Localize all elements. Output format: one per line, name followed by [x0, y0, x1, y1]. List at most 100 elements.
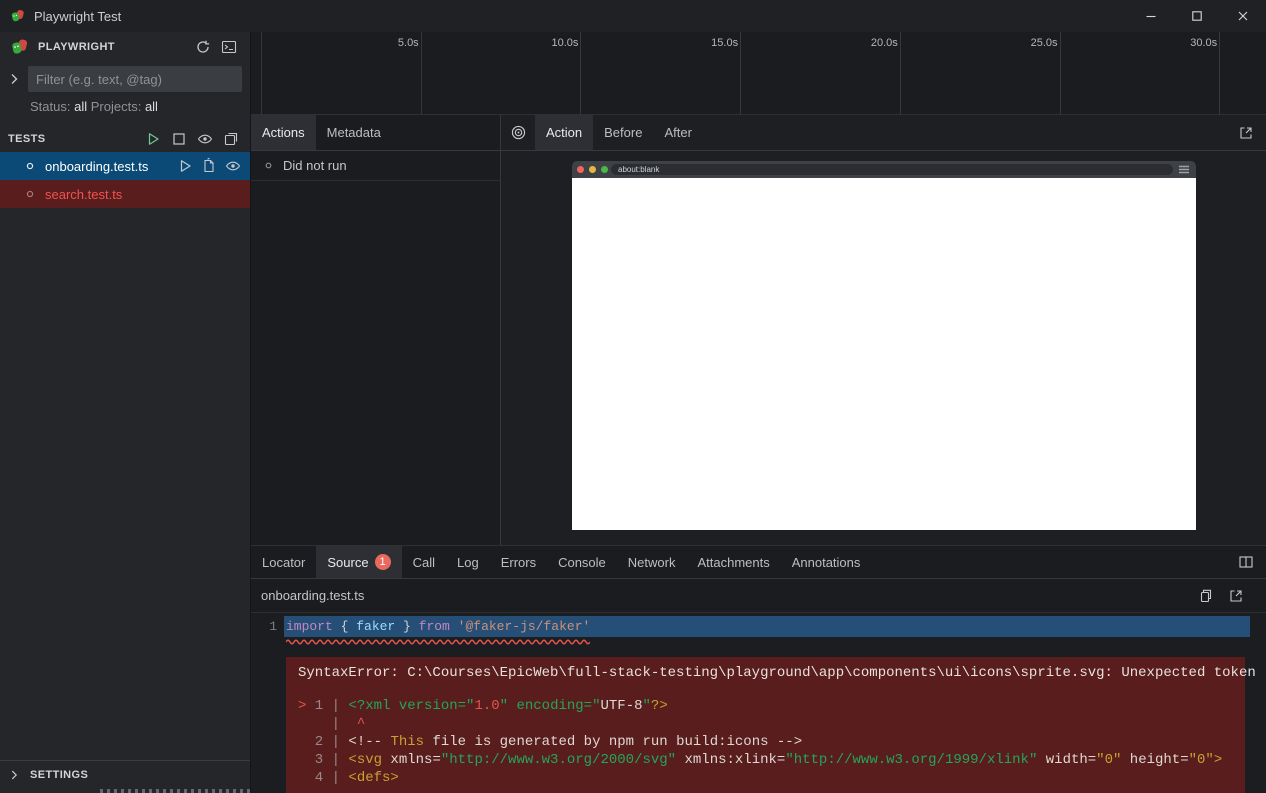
tab-attachments[interactable]: Attachments: [686, 546, 780, 578]
details-panel: Locator Source 1 Call Log Errors Console Networ…: [251, 545, 1266, 793]
source-line-1: 1 import { faker } from '@faker-js/faker…: [251, 616, 1266, 637]
did-not-run-row[interactable]: Did not run: [251, 151, 500, 181]
timeline-tick-label: 15.0s: [711, 37, 738, 49]
timeline-gridline: [261, 32, 262, 114]
tests-header: TESTS: [0, 126, 250, 152]
actions-tabbar: ActionsMetadata: [251, 115, 500, 151]
tab-locator[interactable]: Locator: [251, 546, 316, 578]
test-row-search[interactable]: search.test.ts: [0, 180, 250, 208]
tab-label: Annotations: [792, 555, 861, 570]
tab-metadata[interactable]: Metadata: [316, 115, 392, 150]
actions-panel: ActionsMetadata Did not run: [251, 115, 501, 545]
source-code-text: import { faker } from '@faker-js/faker': [277, 619, 590, 634]
test-row-onboarding[interactable]: onboarding.test.ts: [0, 152, 250, 180]
minimize-button[interactable]: [1128, 0, 1174, 32]
traffic-light-yellow-icon: [589, 166, 596, 173]
tab-source[interactable]: Source 1: [316, 546, 401, 578]
status-label: Status:: [30, 99, 70, 114]
trace-viewer: 5.0s 10.0s 15.0s 20.0s 25.0s 30.0s ActionsMet…: [250, 32, 1266, 793]
window-title: Playwright Test: [34, 9, 121, 24]
close-button[interactable]: [1220, 0, 1266, 32]
timeline-gridline: 20.0s: [900, 32, 901, 114]
tab-label: Console: [558, 555, 606, 570]
tab-label: After: [664, 125, 691, 140]
terminal-icon[interactable]: [218, 36, 240, 58]
tab-label: Locator: [262, 555, 305, 570]
tab-label: Errors: [501, 555, 536, 570]
watch-all-eye-icon[interactable]: [194, 128, 216, 150]
watch-test-eye-icon[interactable]: [222, 155, 244, 177]
timeline-gridline: 25.0s: [1060, 32, 1061, 114]
show-source-icon[interactable]: [198, 155, 220, 177]
timeline-tick-label: 20.0s: [871, 37, 898, 49]
error-code-line: | ^: [298, 715, 1233, 733]
status-value[interactable]: all: [74, 99, 87, 114]
test-file-name: search.test.ts: [45, 187, 122, 202]
sidebar-section-title: PLAYWRIGHT: [38, 41, 188, 53]
status-circle-icon: [24, 188, 36, 200]
playwright-logo-icon: [10, 37, 30, 57]
tab-label: Log: [457, 555, 479, 570]
timeline-tick-label: 10.0s: [551, 37, 578, 49]
tab-errors[interactable]: Errors: [490, 546, 547, 578]
copy-icon[interactable]: [1195, 585, 1217, 607]
traffic-light-green-icon: [601, 166, 608, 173]
chevron-right-icon: [0, 768, 28, 782]
chevron-right-icon[interactable]: [0, 71, 28, 87]
window-controls: [1128, 0, 1266, 32]
tests-title: TESTS: [8, 133, 138, 145]
refresh-icon[interactable]: [192, 36, 214, 58]
run-test-icon[interactable]: [174, 155, 196, 177]
clipped-section-glyphs: [100, 789, 250, 793]
snapshot-panel: Action Before After about:blank: [501, 115, 1266, 545]
traffic-light-red-icon: [577, 166, 584, 173]
tab-label: Source: [327, 555, 368, 570]
tab-label: Attachments: [697, 555, 769, 570]
settings-section-header[interactable]: SETTINGS: [0, 760, 250, 789]
tab-after[interactable]: After: [653, 115, 702, 150]
timeline-tick-label: 25.0s: [1031, 37, 1058, 49]
tab-actions[interactable]: Actions: [251, 115, 316, 150]
split-view-icon[interactable]: [1235, 551, 1257, 573]
test-row-actions: [172, 155, 250, 177]
filter-row: [0, 62, 250, 94]
timeline-ruler[interactable]: 5.0s 10.0s 15.0s 20.0s 25.0s 30.0s: [251, 32, 1266, 115]
source-file-name: onboarding.test.ts: [261, 588, 364, 603]
timeline-gridline: 30.0s: [1219, 32, 1220, 114]
open-snapshot-external-icon[interactable]: [1235, 122, 1257, 144]
timeline-tick-label: 30.0s: [1190, 37, 1217, 49]
pick-locator-icon[interactable]: [501, 115, 535, 150]
error-count-badge: 1: [375, 554, 391, 570]
status-circle-icon: [24, 160, 36, 172]
projects-label: Projects:: [91, 99, 142, 114]
error-squiggle: [251, 637, 1266, 647]
stop-icon[interactable]: [168, 128, 190, 150]
filter-input[interactable]: [28, 66, 242, 92]
source-viewer: 1 import { faker } from '@faker-js/faker…: [251, 613, 1266, 793]
tab-call[interactable]: Call: [402, 546, 446, 578]
browser-chrome-bar: about:blank: [572, 161, 1196, 178]
tab-action[interactable]: Action: [535, 115, 593, 150]
address-bar: about:blank: [611, 164, 1173, 175]
tab-before[interactable]: Before: [593, 115, 653, 150]
maximize-button[interactable]: [1174, 0, 1220, 32]
error-message: SyntaxError: C:\Courses\EpicWeb\full-sta…: [298, 665, 1233, 681]
timeline-tick-label: 5.0s: [398, 37, 419, 49]
projects-value[interactable]: all: [145, 99, 158, 114]
tab-console[interactable]: Console: [547, 546, 617, 578]
status-circle-icon: [263, 160, 274, 171]
snapshot-tabbar: Action Before After: [501, 115, 1266, 151]
tab-label: Call: [413, 555, 435, 570]
tab-log[interactable]: Log: [446, 546, 490, 578]
status-row: Status: all Projects: all: [0, 94, 250, 118]
tab-label: Before: [604, 125, 642, 140]
timeline-gridline: 15.0s: [740, 32, 741, 114]
open-source-external-icon[interactable]: [1225, 585, 1247, 607]
run-all-icon[interactable]: [142, 128, 164, 150]
tab-label: Action: [546, 125, 582, 140]
timeline-gridline: 10.0s: [580, 32, 581, 114]
collapse-all-icon[interactable]: [220, 128, 242, 150]
tab-network[interactable]: Network: [617, 546, 687, 578]
tab-annotations[interactable]: Annotations: [781, 546, 872, 578]
error-code-line: > 1 | <?xml version="1.0" encoding="UTF-…: [298, 697, 1233, 715]
